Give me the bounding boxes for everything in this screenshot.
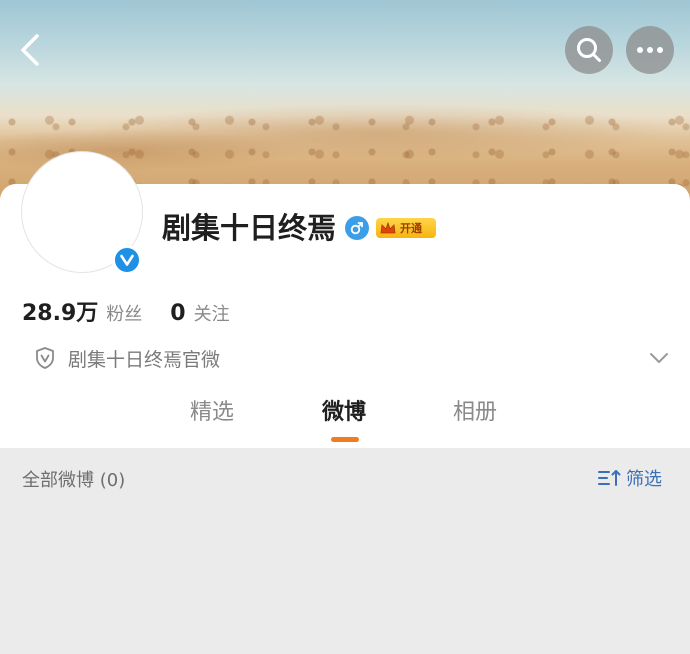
verification-row[interactable]: 剧集十日终焉官微 bbox=[34, 343, 220, 373]
male-icon bbox=[345, 216, 369, 240]
shield-v-icon bbox=[36, 347, 54, 369]
verification-text: 剧集十日终焉官微 bbox=[68, 348, 221, 371]
profile-name: 剧集十日终焉 bbox=[162, 211, 337, 245]
tab-weibo[interactable]: 微博 bbox=[322, 395, 366, 431]
crown-icon bbox=[380, 221, 396, 234]
verified-v-icon bbox=[120, 254, 134, 266]
tab-album[interactable]: 相册 bbox=[453, 395, 497, 431]
active-tab-indicator bbox=[331, 437, 359, 442]
vip-label: 开通 bbox=[400, 222, 422, 235]
expand-button[interactable] bbox=[648, 347, 670, 369]
following-count[interactable]: 0 bbox=[170, 301, 185, 326]
search-icon bbox=[577, 38, 601, 62]
tab-featured[interactable]: 精选 bbox=[190, 395, 234, 431]
verified-badge bbox=[112, 245, 142, 275]
chevron-down-icon bbox=[650, 353, 668, 363]
more-button[interactable] bbox=[626, 26, 674, 74]
stats-row: 28.9万 粉丝 0 关注 bbox=[22, 295, 230, 327]
followers-count[interactable]: 28.9万 bbox=[22, 295, 98, 327]
chevron-left-icon bbox=[21, 34, 39, 66]
filter-sort-icon bbox=[598, 470, 621, 486]
followers-label[interactable]: 粉丝 bbox=[106, 300, 142, 326]
search-button[interactable] bbox=[565, 26, 613, 74]
vip-open-button[interactable]: 开通 bbox=[376, 218, 436, 238]
feed-count-label: 全部微博 (0) bbox=[22, 470, 126, 491]
filter-button[interactable]: 筛选 bbox=[598, 465, 662, 491]
profile-page: 剧集十日终焉 开通 28.9万 粉丝 0 关注 剧集十日终焉官微 精选 微博 相… bbox=[0, 0, 690, 654]
filter-label: 筛选 bbox=[626, 469, 662, 490]
following-label[interactable]: 关注 bbox=[194, 300, 230, 326]
back-button[interactable] bbox=[10, 30, 50, 70]
more-horizontal-icon bbox=[637, 47, 663, 53]
